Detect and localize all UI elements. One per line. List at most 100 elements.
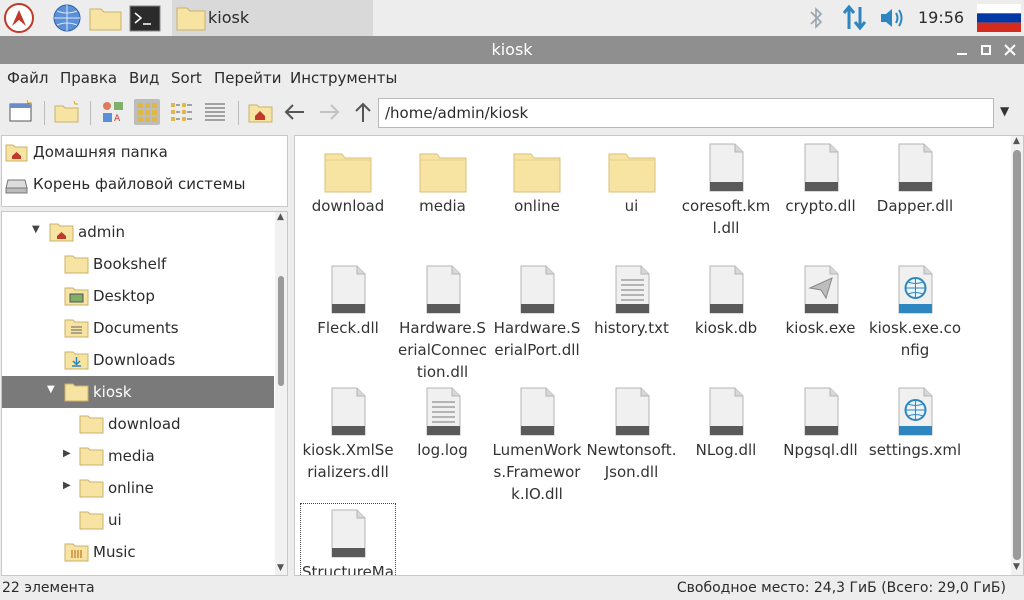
- window-titlebar[interactable]: kiosk: [0, 36, 1024, 64]
- collapse-arrow-icon[interactable]: ▼: [47, 384, 55, 395]
- file-ui[interactable]: ui: [585, 138, 679, 238]
- file-crypto-dll[interactable]: crypto.dll: [774, 138, 868, 238]
- tree-scrollbar[interactable]: [275, 212, 287, 575]
- home-button-icon[interactable]: [248, 99, 274, 125]
- terminal-icon[interactable]: [129, 3, 161, 33]
- maximize-button[interactable]: [976, 40, 996, 60]
- file-newtonsoft-json-dll[interactable]: Newtonsoft.Json.dll: [585, 382, 679, 482]
- file-npgsql-dll[interactable]: Npgsql.dll: [774, 382, 868, 482]
- tree-node-admin[interactable]: ▼ admin: [2, 216, 274, 248]
- tree-node-kiosk[interactable]: ▼ kiosk: [2, 376, 274, 408]
- files-scrollbar-thumb[interactable]: [1013, 150, 1021, 560]
- thumbnail-view-icon[interactable]: A: [100, 99, 126, 125]
- tree-node-media[interactable]: ▶ media: [2, 440, 274, 472]
- tree-node-bookshelf[interactable]: Bookshelf: [2, 248, 274, 280]
- icon-view-icon[interactable]: [134, 99, 160, 125]
- file-kiosk-db[interactable]: kiosk.db: [679, 260, 773, 360]
- file-icon: [702, 264, 750, 316]
- expand-arrow-icon[interactable]: ▶: [63, 480, 71, 491]
- scroll-up-icon[interactable]: ▲: [1013, 136, 1020, 146]
- forward-arrow-icon[interactable]: [316, 99, 342, 125]
- menu-edit[interactable]: Правка: [60, 69, 117, 87]
- file-coresoft-kml-dll[interactable]: coresoft.kml.dll: [679, 138, 773, 238]
- clock[interactable]: 19:56: [918, 8, 964, 27]
- file-download[interactable]: download: [301, 138, 395, 238]
- new-window-icon[interactable]: [8, 99, 34, 125]
- file-name: online: [514, 197, 560, 215]
- path-input[interactable]: /home/admin/kiosk: [378, 98, 994, 128]
- file-nlog-dll[interactable]: NLog.dll: [679, 382, 773, 482]
- file-fleck-dll[interactable]: Fleck.dll: [301, 260, 395, 360]
- folder-icon: [79, 511, 104, 530]
- list-view-icon[interactable]: [202, 99, 228, 125]
- menu-go[interactable]: Перейти: [214, 69, 282, 87]
- file-online[interactable]: online: [490, 138, 584, 238]
- compact-view-icon[interactable]: [168, 99, 194, 125]
- toolbar: A /home/admin/kiosk ▼: [0, 94, 1024, 132]
- tree-node-desktop[interactable]: Desktop: [2, 280, 274, 312]
- up-arrow-icon[interactable]: [350, 99, 376, 125]
- file-dapper-dll[interactable]: Dapper.dll: [868, 138, 962, 238]
- new-folder-icon[interactable]: [54, 99, 80, 125]
- place-label: Корень файловой системы: [33, 175, 246, 193]
- raspberry-menu-icon[interactable]: [4, 3, 34, 33]
- network-icon[interactable]: [840, 3, 870, 33]
- file-name: NLog.dll: [695, 441, 757, 459]
- file-icon: [324, 264, 372, 316]
- place-root[interactable]: Корень файловой системы: [2, 168, 287, 200]
- collapse-arrow-icon[interactable]: ▼: [32, 224, 40, 235]
- file-structuremap-dll[interactable]: StructureMap.dll: [300, 503, 396, 576]
- tree-node-download[interactable]: download: [2, 408, 274, 440]
- file-hardware-serialconnection-dll[interactable]: Hardware.SerialConnection.dll: [396, 260, 490, 381]
- menu-tools[interactable]: Инструменты: [290, 69, 397, 87]
- minimize-button[interactable]: [952, 40, 972, 60]
- tree-label: Music: [93, 543, 136, 561]
- close-button[interactable]: [1000, 40, 1020, 60]
- file-kiosk-exe-config[interactable]: kiosk.exe.config: [868, 260, 962, 360]
- file-icon: [608, 386, 656, 438]
- tree-label: admin: [78, 223, 125, 241]
- menu-file[interactable]: Файл: [7, 69, 48, 87]
- file-icon: [797, 142, 845, 194]
- tree-node-downloads[interactable]: Downloads: [2, 344, 274, 376]
- tree-node-documents[interactable]: Documents: [2, 312, 274, 344]
- file-icon: [513, 264, 561, 316]
- tree-node-ui[interactable]: ui: [2, 504, 274, 536]
- tree-node-online[interactable]: ▶ online: [2, 472, 274, 504]
- volume-icon[interactable]: [878, 3, 908, 33]
- file-settings-xml[interactable]: settings.xml: [868, 382, 962, 482]
- scroll-down-icon[interactable]: ▼: [277, 563, 284, 573]
- tree-scrollbar-thumb[interactable]: [278, 276, 284, 386]
- taskbar-window-kiosk[interactable]: kiosk: [172, 0, 373, 36]
- keyboard-layout-flag-icon[interactable]: [977, 4, 1021, 32]
- file-name: Newtonsoft.Json.dll: [586, 441, 677, 481]
- tree-node-music[interactable]: Music: [2, 536, 274, 568]
- folder-icon: [608, 142, 656, 194]
- file-manager-icon[interactable]: [89, 3, 122, 33]
- web-browser-icon[interactable]: [52, 3, 82, 33]
- tree-label: ui: [108, 511, 122, 529]
- menu-sort[interactable]: Sort: [171, 69, 202, 87]
- folder-icon: [64, 255, 89, 274]
- file-media[interactable]: media: [396, 138, 490, 238]
- file-name: crypto.dll: [785, 197, 856, 215]
- scroll-down-icon[interactable]: ▼: [1013, 562, 1020, 572]
- expand-arrow-icon[interactable]: ▶: [63, 448, 71, 459]
- scroll-up-icon[interactable]: ▲: [277, 212, 284, 222]
- folder-icon: [176, 7, 206, 31]
- file-kiosk-xmlserializers-dll[interactable]: kiosk.XmlSerializers.dll: [301, 382, 395, 482]
- file-name: kiosk.XmlSerializers.dll: [302, 441, 394, 481]
- file-history-txt[interactable]: history.txt: [585, 260, 679, 360]
- back-arrow-icon[interactable]: [282, 99, 308, 125]
- file-log-log[interactable]: log.log: [396, 382, 490, 482]
- file-hardware-serialport-dll[interactable]: Hardware.SerialPort.dll: [490, 260, 584, 360]
- bluetooth-icon[interactable]: [806, 3, 836, 33]
- file-name: kiosk.exe: [785, 319, 856, 337]
- file-kiosk-exe[interactable]: kiosk.exe: [774, 260, 868, 360]
- file-lumenworks-framework-io-dll[interactable]: LumenWorks.Framework.IO.dll: [490, 382, 584, 503]
- folder-icon: [79, 479, 104, 498]
- file-name: StructureMap.dll: [302, 563, 394, 576]
- menu-view[interactable]: Вид: [129, 69, 159, 87]
- place-home[interactable]: Домашняя папка: [2, 136, 287, 168]
- path-dropdown-icon[interactable]: ▼: [1000, 104, 1009, 118]
